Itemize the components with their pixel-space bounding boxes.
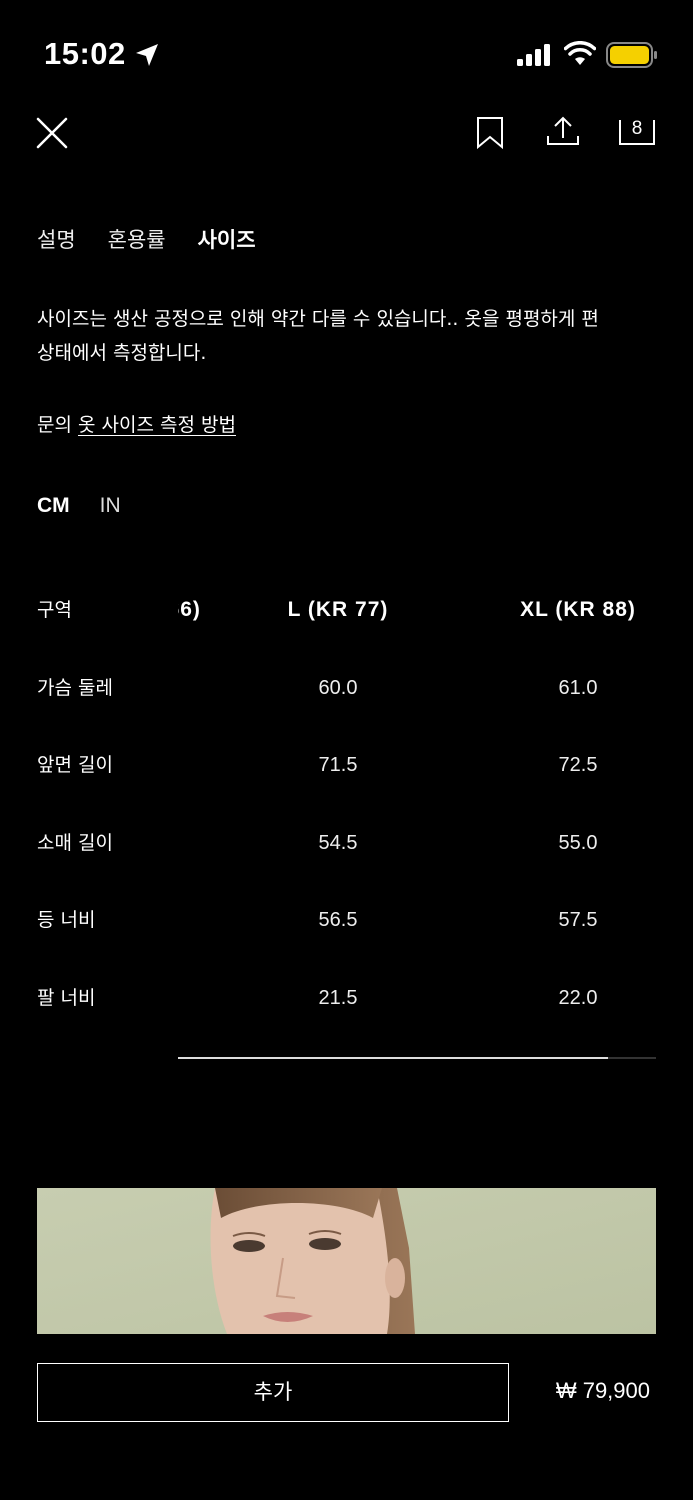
wifi-icon bbox=[564, 41, 596, 65]
tab-description[interactable]: 설명 bbox=[37, 224, 76, 254]
size-table-row-label: 가슴 둘레 bbox=[37, 676, 113, 699]
tab-size[interactable]: 사이즈 bbox=[198, 224, 256, 254]
size-table-row-label: 앞면 길이 bbox=[37, 754, 113, 776]
status-bar: 15:02 bbox=[0, 0, 693, 110]
size-column-xl: XL (KR 88) 61.0 72.5 55.0 57.5 22.0 bbox=[488, 590, 656, 1030]
size-column-l: L (KR 77) 60.0 71.5 54.5 56.5 21.5 bbox=[248, 590, 428, 1030]
size-table-row-labels: 구역 가슴 둘레 앞면 길이 소매 길이 등 너비 팔 너비 bbox=[37, 596, 113, 1061]
size-column-header: XL (KR 88) bbox=[520, 598, 636, 621]
add-to-cart-button[interactable]: 추가 bbox=[37, 1363, 509, 1422]
size-cell: 71.5 bbox=[318, 754, 358, 776]
info-tabs: 설명 혼용률 사이즈 bbox=[37, 224, 256, 254]
size-cell: 57.5 bbox=[558, 909, 598, 931]
bag-count: 8 bbox=[631, 118, 643, 139]
size-cell: 21.5 bbox=[318, 986, 358, 1009]
size-description-line: 상태에서 측정합니다. bbox=[37, 342, 207, 364]
unit-cm[interactable]: CM bbox=[37, 494, 70, 518]
size-table-row-header: 구역 bbox=[37, 599, 72, 621]
measure-guide-link[interactable]: 옷 사이즈 측정 방법 bbox=[78, 414, 236, 436]
size-column-header: M (KR 66) bbox=[178, 598, 201, 621]
size-cell: 72.5 bbox=[558, 754, 598, 776]
cellular-signal-icon bbox=[517, 44, 550, 66]
measure-help: 문의 옷 사이즈 측정 방법 bbox=[37, 410, 236, 437]
size-cell: 61.0 bbox=[558, 676, 598, 699]
size-column-m: M (KR 66) bbox=[178, 590, 238, 668]
size-table-row-label: 등 너비 bbox=[37, 909, 96, 931]
location-arrow-icon bbox=[136, 44, 158, 66]
size-cell: 55.0 bbox=[558, 831, 598, 854]
product-photo bbox=[37, 1188, 656, 1334]
model-portrait-image bbox=[37, 1188, 656, 1334]
size-table-scroll-area[interactable]: M (KR 66) L (KR 77) 60.0 71.5 54.5 56.5 … bbox=[178, 590, 656, 1030]
size-table-row-label: 팔 너비 bbox=[37, 986, 96, 1009]
size-cell: 60.0 bbox=[318, 676, 358, 699]
size-cell: 54.5 bbox=[318, 831, 358, 854]
measure-help-prefix: 문의 bbox=[37, 414, 72, 436]
table-scrollbar[interactable] bbox=[178, 1057, 656, 1059]
close-icon[interactable] bbox=[34, 115, 70, 151]
price: ₩ 79,900 bbox=[555, 1378, 650, 1403]
shopping-bag-button[interactable]: 8 bbox=[617, 114, 657, 150]
unit-in[interactable]: IN bbox=[100, 494, 121, 518]
bookmark-icon[interactable] bbox=[474, 116, 506, 150]
unit-toggle: CM IN bbox=[37, 494, 121, 518]
size-description: 사이즈는 생산 공정으로 인해 약간 다를 수 있습니다.. 옷을 평평하게 편… bbox=[37, 302, 677, 370]
table-scrollbar-thumb[interactable] bbox=[178, 1057, 609, 1059]
size-description-line: 사이즈는 생산 공정으로 인해 약간 다를 수 있습니다.. 옷을 평평하게 편 bbox=[37, 308, 599, 330]
size-column-header: L (KR 77) bbox=[287, 598, 389, 621]
size-cell: 56.5 bbox=[318, 909, 358, 931]
size-table-row-label: 소매 길이 bbox=[37, 831, 113, 854]
status-time: 15:02 bbox=[44, 36, 126, 71]
share-icon[interactable] bbox=[545, 114, 581, 150]
size-cell: 22.0 bbox=[558, 986, 598, 1009]
tab-composition[interactable]: 혼용률 bbox=[108, 224, 166, 254]
battery-icon bbox=[606, 42, 657, 68]
